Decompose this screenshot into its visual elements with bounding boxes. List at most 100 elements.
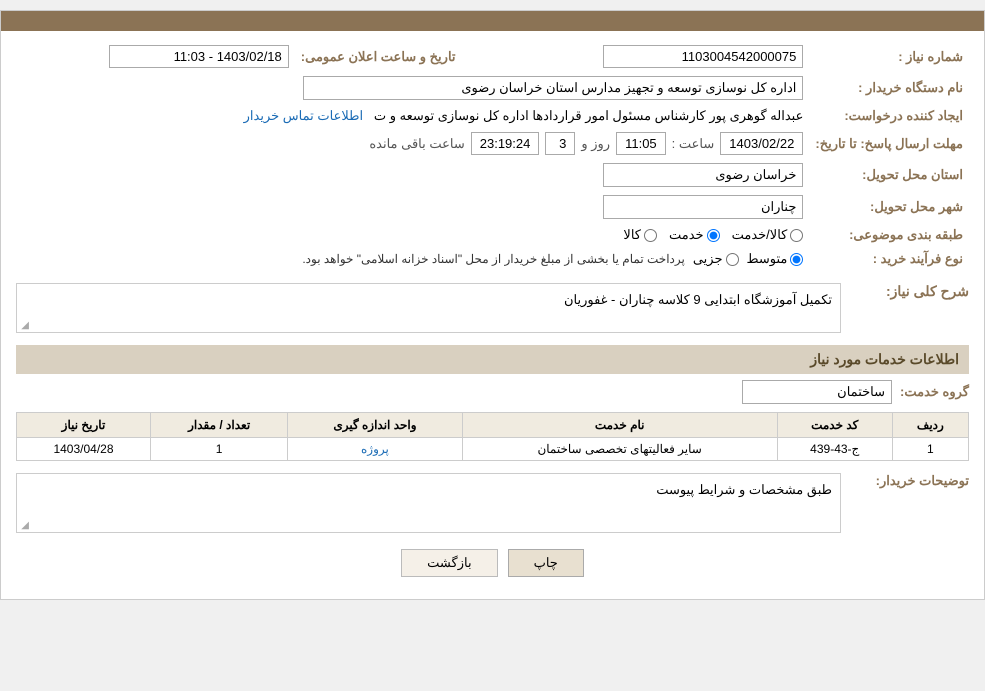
cell-naam: سایر فعالیتهای تخصصی ساختمان <box>462 438 777 461</box>
print-button[interactable]: چاپ <box>508 549 584 577</box>
noeFarayand-label: نوع فرآیند خرید : <box>809 247 969 271</box>
tabaqe-radio-kalaKhedmat[interactable]: کالا/خدمت <box>732 227 804 243</box>
time-value: 11:05 <box>616 132 666 155</box>
tozihat-container: طبق مشخصات و شرایط پیوست ◢ <box>16 469 841 537</box>
ostan-input: خراسان رضوی <box>603 163 803 187</box>
tabaqe-label: طبقه بندی موضوعی: <box>809 223 969 247</box>
tabaqe-radio-group: کالا/خدمت خدمت کالا <box>22 227 803 243</box>
vahed-link[interactable]: پروژه <box>361 442 389 456</box>
tozihat-section: توضیحات خریدار: طبق مشخصات و شرایط پیوست… <box>16 469 969 537</box>
tozihat-label: توضیحات خریدار: <box>849 469 969 493</box>
col-tedad: تعداد / مقدار <box>150 413 287 438</box>
noeFarayand-note: پرداخت تمام یا بخشی از مبلغ خریدار از مح… <box>302 252 685 266</box>
shomareNiaz-label: شماره نیاز : <box>809 41 969 72</box>
col-kod: کد خدمت <box>777 413 892 438</box>
rooz-value: 3 <box>545 132 575 155</box>
cell-tedad: 1 <box>150 438 287 461</box>
tabaqe-kalaKhedmat-label: کالا/خدمت <box>732 227 788 243</box>
mohlatErsaal-label: مهلت ارسال پاسخ: تا تاریخ: <box>809 128 969 159</box>
tozihat-resize-handle: ◢ <box>19 520 29 530</box>
row-shomareNiaz: شماره نیاز : 1103004542000075 تاریخ و سا… <box>16 41 969 72</box>
goroh-label: گروه خدمت: <box>900 384 969 400</box>
tabaqe-radio-khedmat[interactable]: خدمت <box>669 227 720 243</box>
ijaadKonande-value: عبداله گوهری پور کارشناس مسئول امور قرار… <box>16 104 809 128</box>
sharhKoli-section: شرح کلی نیاز: تکمیل آموزشگاه ابتدایی 9 ک… <box>16 279 969 337</box>
date-value: 1403/02/22 <box>720 132 803 155</box>
tozihat-value: طبق مشخصات و شرایط پیوست <box>656 482 832 497</box>
ostan-label: استان محل تحویل: <box>809 159 969 191</box>
page-container: شماره نیاز : 1103004542000075 تاریخ و سا… <box>0 10 985 600</box>
noeFarayand-motavasset-label: متوسط <box>747 251 788 267</box>
row-mohlatErsaal: مهلت ارسال پاسخ: تا تاریخ: 1403/02/22 سا… <box>16 128 969 159</box>
footer-buttons: چاپ بازگشت <box>16 537 969 589</box>
baghimande-label: ساعت باقی مانده <box>369 136 464 152</box>
tabaqe-khedmat-label: خدمت <box>669 227 704 243</box>
table-row: 1 ج-43-439 سایر فعالیتهای تخصصی ساختمان … <box>17 438 969 461</box>
sharhKoli-input[interactable]: تکمیل آموزشگاه ابتدایی 9 کلاسه چناران - … <box>16 283 841 333</box>
goroh-value: ساختمان <box>742 380 892 404</box>
page-header <box>1 11 984 31</box>
col-radif: ردیف <box>892 413 968 438</box>
noeFarayand-jozyi-label: جزیی <box>693 251 723 267</box>
ijaadKonande-label: ایجاد کننده درخواست: <box>809 104 969 128</box>
tozihat-input[interactable]: طبق مشخصات و شرایط پیوست ◢ <box>16 473 841 533</box>
shahr-input: چناران <box>603 195 803 219</box>
content-area: شماره نیاز : 1103004542000075 تاریخ و سا… <box>1 31 984 599</box>
noeFarayand-value: متوسط جزیی پرداخت تمام یا بخشی از مبلغ خ… <box>16 247 809 271</box>
row-noeFarayand: نوع فرآیند خرید : متوسط جزیی پرداخت تمام… <box>16 247 969 271</box>
shomareNiaz-value: 1103004542000075 <box>502 41 810 72</box>
radio-khedmat[interactable] <box>707 229 720 242</box>
sharhKoli-value: تکمیل آموزشگاه ابتدایی 9 کلاسه چناران - … <box>564 292 832 307</box>
countdown-value: 23:19:24 <box>471 132 540 155</box>
row-ijaadKonande: ایجاد کننده درخواست: عبداله گوهری پور کا… <box>16 104 969 128</box>
row-shahr: شهر محل تحویل: چناران <box>16 191 969 223</box>
ijaadKonande-text: عبداله گوهری پور کارشناس مسئول امور قرار… <box>374 108 803 123</box>
namDastgah-input: اداره کل نوسازی توسعه و تجهیز مدارس استا… <box>303 76 803 100</box>
radio-kalaKhedmat[interactable] <box>790 229 803 242</box>
namDastgah-label: نام دستگاه خریدار : <box>809 72 969 104</box>
shahr-label: شهر محل تحویل: <box>809 191 969 223</box>
cell-radif: 1 <box>892 438 968 461</box>
radio-motavasset[interactable] <box>790 253 803 266</box>
goroh-row: گروه خدمت: ساختمان <box>16 380 969 404</box>
col-tarikh: تاریخ نیاز <box>17 413 151 438</box>
namDastgah-value: اداره کل نوسازی توسعه و تجهیز مدارس استا… <box>16 72 809 104</box>
services-table-body: 1 ج-43-439 سایر فعالیتهای تخصصی ساختمان … <box>17 438 969 461</box>
time-label: ساعت : <box>672 136 715 152</box>
cell-kod: ج-43-439 <box>777 438 892 461</box>
row-ostan: استان محل تحویل: خراسان رضوی <box>16 159 969 191</box>
ostan-value: خراسان رضوی <box>16 159 809 191</box>
tarikh-value: 1403/02/18 - 11:03 <box>16 41 295 72</box>
shahr-value: چناران <box>16 191 809 223</box>
mohlatErsaal-value: 1403/02/22 ساعت : 11:05 روز و 3 23:19:24… <box>16 128 809 159</box>
noeFarayand-radio-jozyi[interactable]: جزیی <box>693 251 739 267</box>
tabaqe-options: کالا/خدمت خدمت کالا <box>16 223 809 247</box>
cell-vahed: پروژه <box>288 438 462 461</box>
resize-handle: ◢ <box>19 320 29 330</box>
tabaqe-kala-label: کالا <box>623 227 641 243</box>
sharhKoli-label: شرح کلی نیاز: <box>849 279 969 304</box>
back-button[interactable]: بازگشت <box>401 549 497 577</box>
khadamat-header: اطلاعات خدمات مورد نیاز <box>16 345 969 374</box>
shomareNiaz-input: 1103004542000075 <box>603 45 803 68</box>
services-table: ردیف کد خدمت نام خدمت واحد اندازه گیری ت… <box>16 412 969 461</box>
rooz-label: روز و <box>581 136 610 152</box>
radio-jozyi[interactable] <box>726 253 739 266</box>
tarikh-label: تاریخ و ساعت اعلان عمومی: <box>295 41 462 72</box>
noeFarayand-radio-group: متوسط جزیی پرداخت تمام یا بخشی از مبلغ خ… <box>22 251 803 267</box>
tarikh-input: 1403/02/18 - 11:03 <box>109 45 289 68</box>
row-namDastgah: نام دستگاه خریدار : اداره کل نوسازی توسع… <box>16 72 969 104</box>
col-vahed: واحد اندازه گیری <box>288 413 462 438</box>
col-naam: نام خدمت <box>462 413 777 438</box>
row-tabaqe: طبقه بندی موضوعی: کالا/خدمت خدمت <box>16 223 969 247</box>
radio-kala[interactable] <box>644 229 657 242</box>
ijaadKonande-link[interactable]: اطلاعات تماس خریدار <box>244 108 363 123</box>
sharhKoli-container: تکمیل آموزشگاه ابتدایی 9 کلاسه چناران - … <box>16 279 841 337</box>
datetime-row: 1403/02/22 ساعت : 11:05 روز و 3 23:19:24… <box>22 132 803 155</box>
services-header-row: ردیف کد خدمت نام خدمت واحد اندازه گیری ت… <box>17 413 969 438</box>
services-table-header: ردیف کد خدمت نام خدمت واحد اندازه گیری ت… <box>17 413 969 438</box>
cell-tarikh: 1403/04/28 <box>17 438 151 461</box>
noeFarayand-radio-motavasset[interactable]: متوسط <box>747 251 804 267</box>
main-info-table: شماره نیاز : 1103004542000075 تاریخ و سا… <box>16 41 969 271</box>
tabaqe-radio-kala[interactable]: کالا <box>623 227 657 243</box>
